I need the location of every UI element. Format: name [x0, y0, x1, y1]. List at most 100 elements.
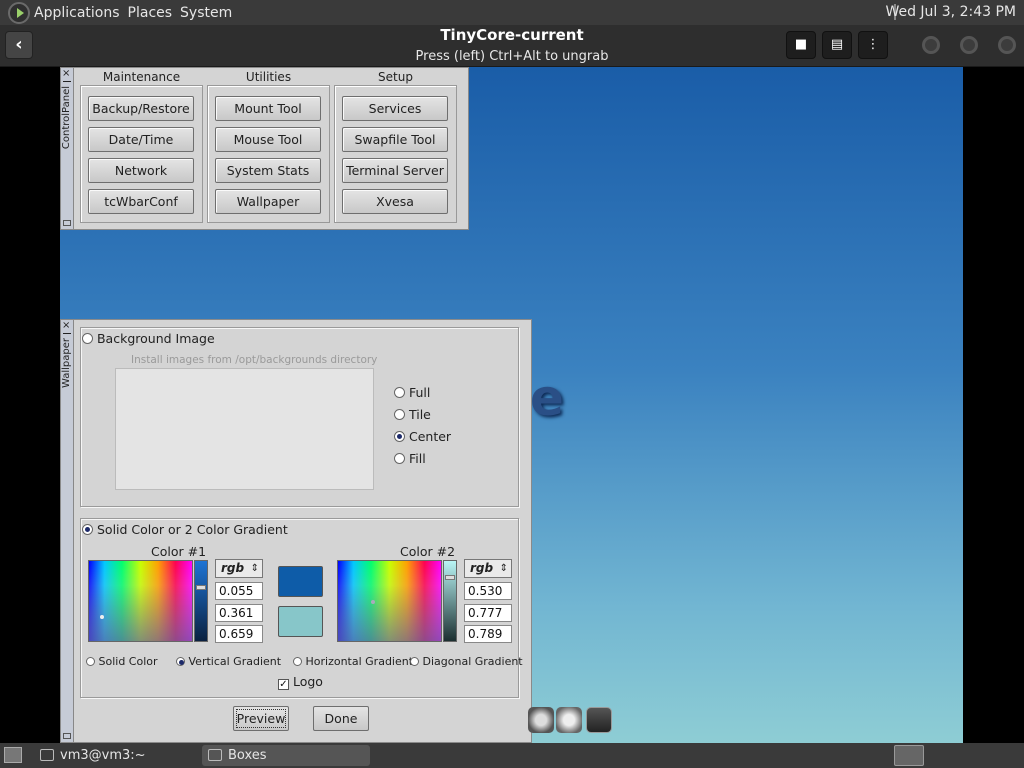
logo-checkbox[interactable]: ✓	[278, 679, 289, 690]
placement-center-label: Center	[408, 429, 452, 444]
bottom-panel: vm3@vm3:~ Boxes	[0, 743, 1024, 768]
wallpaper-titlebar[interactable]: × Wallpaper	[61, 320, 74, 742]
spin-arrows-icon: ⇕	[250, 563, 259, 574]
placement-tile-option[interactable]: Tile	[394, 407, 431, 422]
gradient-vertical-option[interactable]: Vertical Gradient	[176, 655, 281, 668]
minimize-icon[interactable]	[63, 81, 71, 82]
gradient-diagonal-option[interactable]: Diagonal Gradient	[410, 655, 523, 668]
tcwbarconf-button[interactable]: tcWbarConf	[88, 189, 194, 214]
color2-blue-input[interactable]: 0.789	[464, 625, 512, 643]
gradient-solid-radio[interactable]	[86, 657, 95, 666]
places-menu[interactable]: Places	[128, 5, 181, 21]
gradient-solid-option[interactable]: Solid Color	[86, 655, 158, 668]
services-button[interactable]: Services	[342, 96, 448, 121]
placement-full-radio[interactable]	[394, 387, 405, 398]
maintenance-group: Backup/Restore Date/Time Network tcWbarC…	[80, 85, 203, 223]
workspace-switcher[interactable]	[894, 745, 924, 766]
color1-green-input[interactable]: 0.361	[215, 604, 263, 622]
color1-value-slider[interactable]	[194, 560, 208, 642]
close-icon[interactable]: ×	[62, 69, 70, 79]
network-button[interactable]: Network	[88, 158, 194, 183]
color2-swatch[interactable]	[278, 606, 323, 637]
color1-slider-thumb[interactable]	[196, 585, 206, 590]
color1-mode-value: rgb	[221, 561, 245, 575]
solid-color-label: Solid Color or 2 Color Gradient	[96, 522, 288, 537]
mouse-tool-button[interactable]: Mouse Tool	[215, 127, 321, 152]
placement-tile-radio[interactable]	[394, 409, 405, 420]
terminal-icon[interactable]	[586, 707, 612, 733]
vm-display[interactable]: e × ControlPanel Maintenance Backup/Rest…	[60, 67, 963, 743]
system-stats-button[interactable]: System Stats	[215, 158, 321, 183]
taskbar-boxes[interactable]: Boxes	[202, 745, 370, 766]
terminal-server-button[interactable]: Terminal Server	[342, 158, 448, 183]
solid-color-radio[interactable]	[82, 524, 93, 535]
date-time-button[interactable]: Date/Time	[88, 127, 194, 152]
background-image-option[interactable]: Background Image	[82, 331, 215, 346]
logo-option[interactable]: ✓ Logo	[278, 674, 323, 690]
backup-restore-button[interactable]: Backup/Restore	[88, 96, 194, 121]
resize-icon[interactable]	[63, 733, 71, 739]
placement-fill-option[interactable]: Fill	[394, 451, 426, 466]
color2-mode-select[interactable]: rgb ⇕	[464, 559, 512, 578]
properties-menu-button[interactable]: ⋮	[858, 31, 888, 59]
applications-menu[interactable]: Applications	[34, 5, 128, 21]
resize-icon[interactable]	[63, 220, 71, 226]
apps-icon[interactable]	[556, 707, 582, 733]
mount-tool-button[interactable]: Mount Tool	[215, 96, 321, 121]
wallpaper-title: Wallpaper	[61, 338, 72, 389]
system-menu[interactable]: System	[180, 5, 240, 21]
color1-mode-select[interactable]: rgb ⇕	[215, 559, 263, 578]
gradient-horizontal-label: Horizontal Gradient	[305, 655, 414, 668]
maintenance-heading: Maintenance	[102, 70, 181, 84]
color1-red-input[interactable]: 0.055	[215, 582, 263, 600]
wallpaper-button[interactable]: Wallpaper	[215, 189, 321, 214]
swapfile-tool-button[interactable]: Swapfile Tool	[342, 127, 448, 152]
distro-logo-icon	[8, 1, 30, 24]
color2-label: Color #2	[400, 544, 456, 559]
background-image-radio[interactable]	[82, 333, 93, 344]
close-window-button[interactable]	[998, 36, 1016, 54]
background-image-list[interactable]	[115, 368, 374, 490]
show-desktop-icon[interactable]	[4, 747, 22, 763]
taskbar-terminal[interactable]: vm3@vm3:~	[34, 745, 196, 766]
screenshot-button[interactable]: ▤	[822, 31, 852, 59]
color2-value-slider[interactable]	[443, 560, 457, 642]
color1-swatch[interactable]	[278, 566, 323, 597]
clock[interactable]: Wed Jul 3, 2:43 PM	[885, 4, 1016, 20]
gradient-vertical-label: Vertical Gradient	[188, 655, 282, 668]
solid-color-option[interactable]: Solid Color or 2 Color Gradient	[82, 522, 288, 537]
xvesa-button[interactable]: Xvesa	[342, 189, 448, 214]
preview-button[interactable]: Preview	[233, 706, 289, 731]
color2-green-input[interactable]: 0.777	[464, 604, 512, 622]
maximize-button[interactable]	[960, 36, 978, 54]
control-panel-titlebar[interactable]: × ControlPanel	[61, 68, 74, 229]
gradient-horizontal-radio[interactable]	[293, 657, 302, 666]
done-button[interactable]: Done	[313, 706, 369, 731]
color2-slider-thumb[interactable]	[445, 575, 455, 580]
stop-button[interactable]: ■	[786, 31, 816, 59]
placement-tile-label: Tile	[408, 407, 431, 422]
placement-full-option[interactable]: Full	[394, 385, 430, 400]
gradient-vertical-radio[interactable]	[176, 657, 185, 666]
boxes-header-bar: ‹ TinyCore-current Press (left) Ctrl+Alt…	[0, 25, 1024, 67]
gradient-horizontal-option[interactable]: Horizontal Gradient	[293, 655, 413, 668]
placement-fill-radio[interactable]	[394, 453, 405, 464]
terminal-icon	[40, 749, 54, 761]
placement-center-option[interactable]: Center	[394, 429, 451, 444]
minimize-button[interactable]	[922, 36, 940, 54]
background-image-label: Background Image	[96, 331, 215, 346]
color1-spectrum[interactable]	[88, 560, 193, 642]
gradient-diagonal-radio[interactable]	[410, 657, 419, 666]
close-icon[interactable]: ×	[62, 321, 70, 331]
color2-spectrum[interactable]	[337, 560, 442, 642]
screenshot-icon: ▤	[830, 37, 844, 52]
top-panel: Applications Places System Wed Jul 3, 2:…	[0, 0, 1024, 25]
run-icon[interactable]	[528, 707, 554, 733]
logo-label: Logo	[292, 674, 323, 689]
color2-red-input[interactable]: 0.530	[464, 582, 512, 600]
gradient-solid-label: Solid Color	[98, 655, 158, 668]
placement-center-radio[interactable]	[394, 431, 405, 442]
minimize-icon[interactable]	[63, 333, 71, 334]
utilities-group: Mount Tool Mouse Tool System Stats Wallp…	[207, 85, 330, 223]
color1-blue-input[interactable]: 0.659	[215, 625, 263, 643]
